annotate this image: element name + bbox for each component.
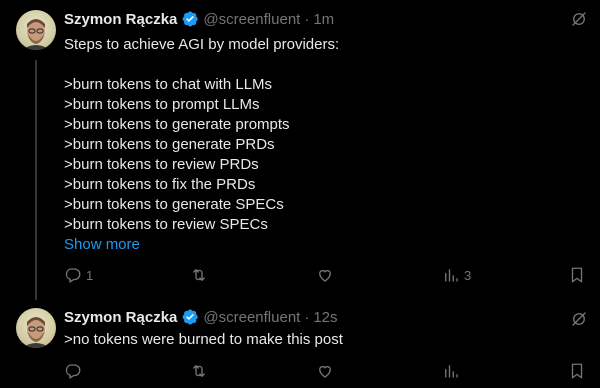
reply-button[interactable]: 1 — [64, 266, 93, 284]
post-text: Steps to achieve AGI by model providers:… — [64, 35, 600, 255]
avatar[interactable] — [16, 308, 56, 348]
bookmark-button[interactable] — [568, 362, 586, 380]
post-text-line: >burn tokens to fix the PRDs — [64, 176, 256, 193]
post-text-line: >burn tokens to prompt LLMs — [64, 96, 260, 113]
views-icon — [445, 365, 458, 378]
reply-count: 1 — [86, 267, 94, 283]
post-text-line: >burn tokens to review SPECs — [64, 216, 268, 233]
post-text-line: >burn tokens to generate PRDs — [64, 136, 275, 153]
views-button[interactable]: 3 — [442, 266, 471, 284]
repost-icon — [193, 269, 205, 281]
separator-dot: · — [304, 308, 310, 326]
post-2[interactable]: Szymon Rączka @screenfluent · 12s >no to… — [64, 307, 600, 350]
post-1[interactable]: Szymon Rączka @screenfluent · 1m Steps t… — [64, 9, 600, 255]
repost-icon — [193, 365, 205, 377]
author-name[interactable]: Szymon Rączka — [64, 11, 177, 28]
heart-icon — [319, 269, 331, 282]
post-text-line: >burn tokens to generate SPECs — [64, 196, 284, 213]
reply-icon — [65, 364, 81, 379]
separator-dot: · — [304, 10, 310, 28]
grok-icon[interactable] — [570, 310, 588, 328]
post-text-line: >burn tokens to chat with LLMs — [64, 76, 273, 93]
post-2-actions — [64, 362, 584, 382]
author-handle[interactable]: @screenfluent — [203, 11, 300, 28]
post-text-line: >burn tokens to review PRDs — [64, 156, 259, 173]
post-time[interactable]: 1m — [313, 11, 334, 28]
bookmark-icon — [571, 267, 583, 283]
views-count: 3 — [464, 267, 472, 283]
post-text-line: >no tokens were burned to make this post — [64, 331, 343, 348]
post-text-line — [64, 55, 600, 75]
views-button[interactable] — [442, 362, 460, 380]
bookmark-button[interactable] — [568, 266, 586, 284]
heart-icon — [319, 365, 331, 378]
post-header: Szymon Rączka @screenfluent · 1m — [64, 9, 600, 29]
post-text-line: Steps to achieve AGI by model providers: — [64, 36, 340, 53]
verified-badge-icon — [183, 309, 199, 325]
post-1-actions: 1 3 — [64, 266, 584, 286]
verified-badge-icon — [183, 11, 199, 27]
bookmark-icon — [571, 363, 583, 379]
views-icon — [445, 269, 458, 282]
grok-icon[interactable] — [570, 10, 588, 28]
repost-button[interactable] — [190, 362, 208, 380]
repost-button[interactable] — [190, 266, 212, 284]
post-time[interactable]: 12s — [313, 309, 337, 326]
author-handle[interactable]: @screenfluent — [203, 309, 300, 326]
post-text-line: >burn tokens to generate prompts — [64, 116, 290, 133]
author-name[interactable]: Szymon Rączka — [64, 309, 177, 326]
reply-button[interactable] — [64, 362, 82, 380]
post-header: Szymon Rączka @screenfluent · 12s — [64, 307, 600, 327]
like-button[interactable] — [316, 362, 334, 380]
reply-icon — [65, 268, 81, 283]
like-button[interactable] — [316, 266, 338, 284]
avatar[interactable] — [16, 10, 56, 50]
post-text: >no tokens were burned to make this post — [64, 330, 600, 350]
thread-line — [35, 60, 37, 300]
show-more-link[interactable]: Show more — [64, 235, 600, 255]
